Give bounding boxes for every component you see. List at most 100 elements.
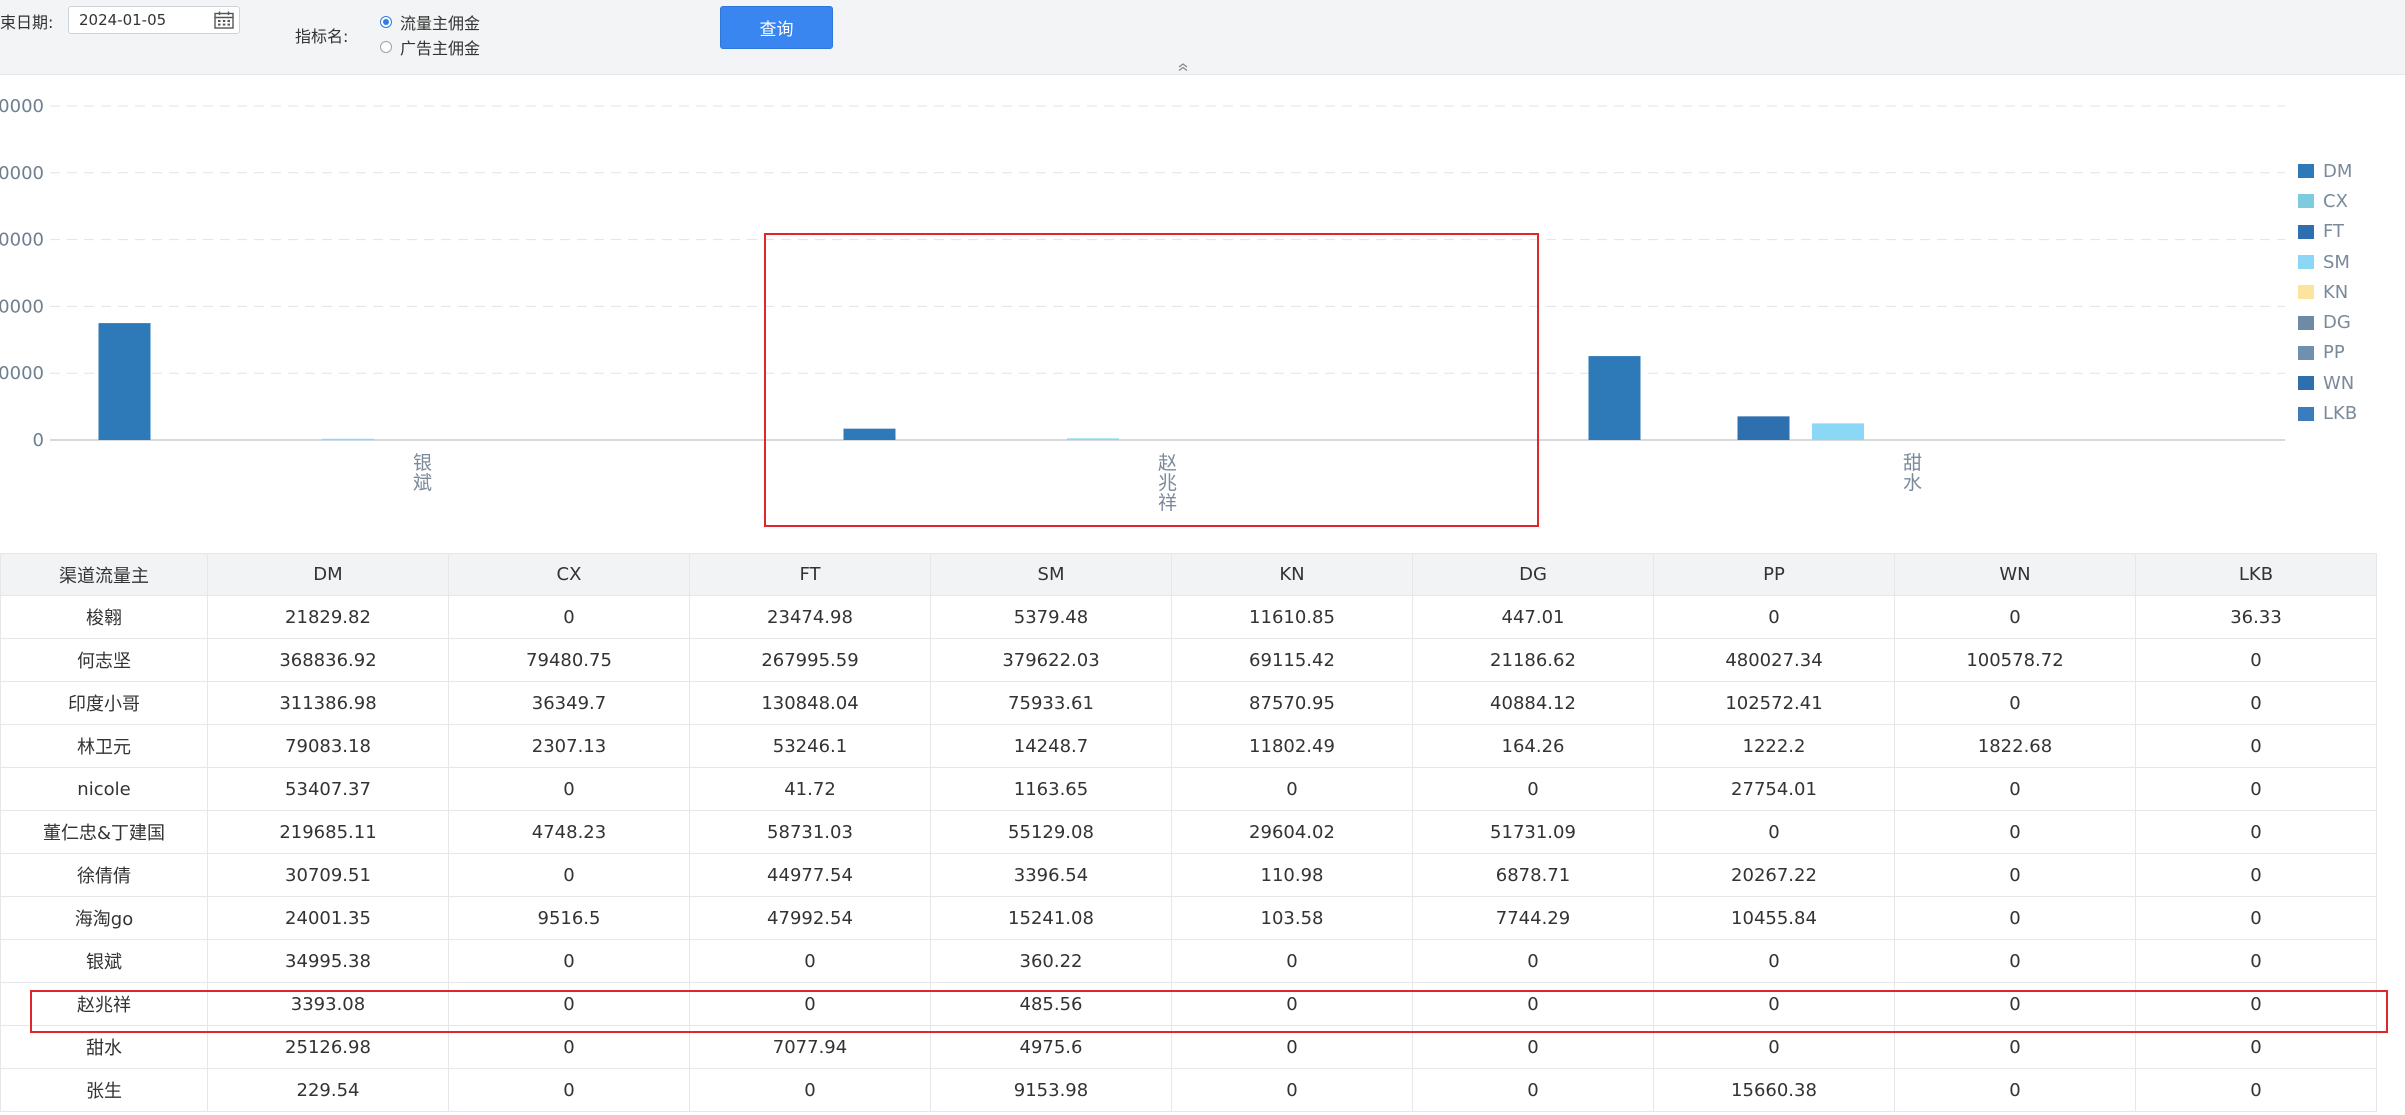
table-cell: 267995.59 (689, 638, 931, 682)
table-cell: 0 (1653, 810, 1895, 854)
x-tick-label: 甜水 (1903, 452, 1922, 494)
bar-ft[interactable] (1737, 416, 1790, 440)
table-row: 梭翱 21829.82 0 23474.98 5379.48 11610.85 447.01… (0, 595, 2377, 639)
legend-swatch (2298, 285, 2314, 300)
table-cell: 董仁忠&丁建国 (0, 810, 208, 854)
radio-checked-icon[interactable] (380, 16, 392, 28)
table-cell: 0 (1171, 939, 1413, 983)
table-cell: 0 (689, 939, 931, 983)
table-cell: 0 (448, 853, 690, 897)
table-cell: 张生 (0, 1068, 208, 1112)
table-cell: 53407.37 (207, 767, 449, 811)
table-cell: 0 (2135, 1068, 2377, 1112)
legend-item[interactable]: DM (2298, 156, 2398, 186)
table-cell: 164.26 (1412, 724, 1654, 768)
legend-swatch (2298, 406, 2314, 421)
bar-dm[interactable] (98, 323, 151, 440)
table-cell: 447.01 (1412, 595, 1654, 639)
bar-sm[interactable] (1812, 423, 1864, 440)
bar-sm[interactable] (322, 438, 374, 441)
table-cell: 0 (1894, 767, 2136, 811)
table-cell: nicole (0, 767, 208, 811)
y-tick-label: 00000 (0, 230, 44, 251)
table-cell: 110.98 (1171, 853, 1413, 897)
table-row: 董仁忠&丁建国 219685.11 4748.23 58731.03 55129.08 2… (0, 810, 2377, 854)
table-cell: 0 (448, 595, 690, 639)
table-cell: 0 (2135, 724, 2377, 768)
legend-label: CX (2323, 190, 2348, 212)
legend-item[interactable]: CX (2298, 186, 2398, 216)
legend-item[interactable]: PP (2298, 338, 2398, 368)
column-header: DG (1412, 553, 1654, 596)
table-cell: 58731.03 (689, 810, 931, 854)
column-header: WN (1894, 553, 2136, 596)
table-cell: 44977.54 (689, 853, 931, 897)
bar-dm[interactable] (1588, 356, 1641, 440)
table-row: 张生 229.54 0 0 9153.98 0 0 15660.38 0 0 (0, 1068, 2377, 1112)
table-header-row: 渠道流量主 DM CX FT SM KN DG PP WN LKB (0, 553, 2377, 596)
legend-label: DG (2323, 312, 2351, 334)
table-cell: 36.33 (2135, 595, 2377, 639)
legend-item[interactable]: FT (2298, 217, 2398, 247)
radio-unchecked-icon[interactable] (380, 41, 392, 53)
radio-option-traffic[interactable]: 流量主佣金 (380, 10, 480, 34)
table-cell: 梭翱 (0, 595, 208, 639)
table-cell: 10455.84 (1653, 896, 1895, 940)
table-cell: 30709.51 (207, 853, 449, 897)
legend-item[interactable]: DG (2298, 307, 2398, 337)
legend-label: DM (2323, 160, 2353, 182)
table-cell: 311386.98 (207, 681, 449, 725)
table-cell: 银斌 (0, 939, 208, 983)
collapse-chevron-icon[interactable] (1177, 62, 1189, 72)
table-cell: 36349.7 (448, 681, 690, 725)
table-cell: 0 (1171, 1068, 1413, 1112)
table-cell: 3396.54 (930, 853, 1172, 897)
legend-item[interactable]: SM (2298, 247, 2398, 277)
legend-swatch (2298, 224, 2314, 239)
highlight-box-chart (764, 233, 1539, 527)
table-cell: 0 (1412, 1068, 1654, 1112)
table-cell: 55129.08 (930, 810, 1172, 854)
table-cell: 1822.68 (1894, 724, 2136, 768)
table-cell: 229.54 (207, 1068, 449, 1112)
y-tick-label: 0 (33, 430, 44, 451)
chart-legend: DM CX FT SM KN DG PP WN LKB (2298, 156, 2398, 429)
metric-label: 指标名: (295, 27, 349, 46)
table-cell: 0 (448, 1068, 690, 1112)
table-cell: 368836.92 (207, 638, 449, 682)
table-cell: 0 (2135, 681, 2377, 725)
table-cell: 0 (2135, 767, 2377, 811)
legend-swatch (2298, 194, 2314, 209)
legend-label: KN (2323, 281, 2349, 303)
legend-swatch (2298, 376, 2314, 391)
filter-bar: 束日期: 指标名: 流量主佣金 广告主佣金 查询 (0, 0, 2405, 75)
radio-option-advertiser[interactable]: 广告主佣金 (380, 35, 480, 59)
table-cell: 480027.34 (1653, 638, 1895, 682)
table-cell: 11610.85 (1171, 595, 1413, 639)
table-cell: 360.22 (930, 939, 1172, 983)
calendar-icon[interactable] (214, 11, 234, 29)
x-tick-label: 银斌 (413, 452, 432, 494)
highlight-box-row (30, 990, 2388, 1033)
table-cell: 87570.95 (1171, 681, 1413, 725)
legend-label: SM (2323, 251, 2350, 273)
query-button[interactable]: 查询 (720, 6, 833, 49)
legend-item[interactable]: LKB (2298, 398, 2398, 428)
table-cell: 103.58 (1171, 896, 1413, 940)
legend-label: FT (2323, 221, 2345, 243)
table-cell: 0 (2135, 810, 2377, 854)
table-cell: 79083.18 (207, 724, 449, 768)
legend-item[interactable]: WN (2298, 368, 2398, 398)
table-cell: 0 (689, 1068, 931, 1112)
table-cell: 0 (1653, 595, 1895, 639)
table-cell: 0 (1412, 767, 1654, 811)
table-row: 何志坚 368836.92 79480.75 267995.59 379622.03 69… (0, 638, 2377, 682)
table-cell: 0 (2135, 638, 2377, 682)
table-cell: 1163.65 (930, 767, 1172, 811)
legend-item[interactable]: KN (2298, 277, 2398, 307)
table-row: 林卫元 79083.18 2307.13 53246.1 14248.7 11802.49… (0, 724, 2377, 768)
table-row: 徐倩倩 30709.51 0 44977.54 3396.54 110.98 6878.71… (0, 853, 2377, 897)
table-cell: 41.72 (689, 767, 931, 811)
table-cell: 7744.29 (1412, 896, 1654, 940)
table-cell: 0 (2135, 853, 2377, 897)
